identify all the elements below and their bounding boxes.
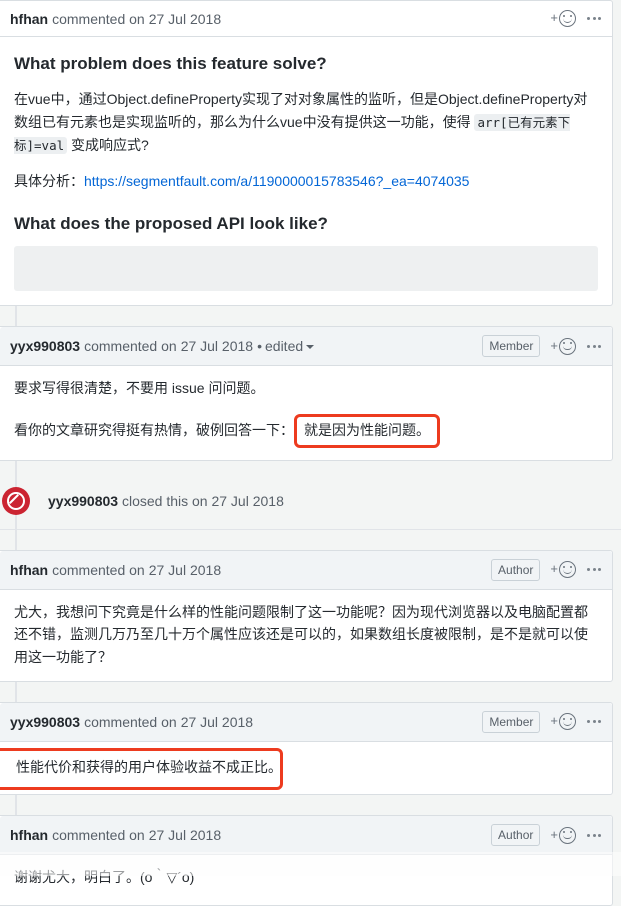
- comment-author[interactable]: yyx990803: [10, 338, 80, 354]
- edited-separator: •: [257, 338, 262, 355]
- comment-header-4: yyx990803 commented on 27 Jul 2018 Membe…: [0, 702, 612, 742]
- event-text: yyx990803 closed this on 27 Jul 2018: [48, 493, 284, 509]
- comment-actions-4: +: [550, 713, 602, 731]
- comment-header-2: yyx990803 commented on 27 Jul 2018 • edi…: [0, 327, 612, 367]
- comment-action: commented on: [84, 713, 177, 730]
- smiley-icon: [559, 10, 576, 27]
- add-reaction-button[interactable]: +: [550, 826, 576, 844]
- add-reaction-button[interactable]: +: [550, 10, 576, 27]
- paragraph-text-b: 变成响应式?: [67, 136, 149, 153]
- comment-header-3: hfhan commented on 27 Jul 2018 Author +: [0, 550, 612, 590]
- event-date[interactable]: 27 Jul 2018: [211, 493, 283, 509]
- comment-paragraph-1: 性能代价和获得的用户体验收益不成正比。: [16, 758, 282, 775]
- code-block: [14, 246, 598, 292]
- kebab-menu-icon[interactable]: [586, 15, 602, 22]
- comment-paragraph-1: 要求写得很清楚，不要用 issue 问问题。: [14, 380, 265, 397]
- add-reaction-button[interactable]: +: [550, 561, 576, 579]
- comment-author[interactable]: hfhan: [10, 562, 48, 578]
- kebab-menu-icon[interactable]: [586, 566, 602, 573]
- smiley-icon: [559, 826, 576, 844]
- edited-dropdown[interactable]: • edited: [257, 338, 315, 355]
- comment-action: commented on: [52, 827, 145, 844]
- add-reaction-button[interactable]: +: [550, 337, 576, 355]
- smiley-icon: [559, 713, 576, 731]
- annotation-highlight-1: 就是因为性能问题。: [294, 413, 440, 448]
- comment-body-1: What problem does this feature solve? 在v…: [0, 36, 612, 306]
- plus-icon: +: [550, 713, 558, 729]
- add-reaction-button[interactable]: +: [550, 713, 576, 731]
- comment-paragraph-2: 具体分析：https://segmentfault.com/a/11900000…: [14, 170, 598, 193]
- comment-card-2: yyx990803 commented on 27 Jul 2018 • edi…: [0, 326, 613, 461]
- comment-card-4: yyx990803 commented on 27 Jul 2018 Membe…: [0, 701, 613, 796]
- comment-card-3: hfhan commented on 27 Jul 2018 Author + …: [0, 549, 613, 682]
- closed-issue-icon: [2, 486, 30, 515]
- comment-card-1: hfhan commented on 27 Jul 2018 + What pr…: [0, 0, 613, 307]
- comment-paragraph-1: 在vue中，通过Object.defineProperty实现了对对象属性的监听…: [14, 88, 598, 156]
- status-badge-author: Author: [491, 558, 541, 581]
- comment-date[interactable]: 27 Jul 2018: [181, 714, 253, 730]
- plus-icon: +: [550, 561, 558, 577]
- comment-header-1: hfhan commented on 27 Jul 2018 +: [0, 1, 612, 36]
- comment-header-5: hfhan commented on 27 Jul 2018 Author +: [0, 816, 612, 856]
- comment-author[interactable]: hfhan: [10, 11, 48, 27]
- comment-paragraph-2: 看你的文章研究得挺有热情，破例回答一下： 就是因为性能问题。: [14, 413, 598, 448]
- comment-body-3: 尤大，我想问下究竟是什么样的性能问题限制了这一功能呢？因为现代浏览器以及电脑配置…: [0, 589, 612, 681]
- comment-author[interactable]: hfhan: [10, 827, 48, 843]
- comment-actions-3: +: [550, 561, 602, 579]
- issue-timeline-page: hfhan commented on 27 Jul 2018 + What pr…: [0, 0, 621, 906]
- comment-date[interactable]: 27 Jul 2018: [181, 338, 253, 354]
- comment-action: commented on: [84, 338, 177, 355]
- plus-icon: +: [550, 10, 558, 25]
- kebab-menu-icon[interactable]: [586, 343, 602, 350]
- status-badge-author: Author: [491, 824, 541, 847]
- comment-action: commented on: [52, 10, 145, 27]
- timeline-divider: [0, 528, 621, 530]
- comment-author[interactable]: yyx990803: [10, 714, 80, 730]
- paragraph-prefix: 看你的文章研究得挺有热情，破例回答一下：: [14, 421, 294, 438]
- status-badge-member: Member: [482, 710, 541, 733]
- comment-actions-5: +: [550, 826, 602, 844]
- status-badge-member: Member: [482, 335, 541, 358]
- comment-paragraph-1: 尤大，我想问下究竟是什么样的性能问题限制了这一功能呢？因为现代浏览器以及电脑配置…: [14, 603, 588, 665]
- comment-date[interactable]: 27 Jul 2018: [149, 562, 221, 578]
- comment-body-2: 要求写得很清楚，不要用 issue 问问题。 看你的文章研究得挺有热情，破例回答…: [0, 366, 612, 460]
- comment-actions-1: +: [550, 10, 602, 27]
- comment-heading-1: What problem does this feature solve?: [14, 54, 327, 73]
- comment-date[interactable]: 27 Jul 2018: [149, 827, 221, 843]
- chevron-down-icon: [306, 345, 315, 350]
- comment-actions-2: +: [550, 337, 602, 355]
- edited-label: edited: [265, 338, 304, 355]
- comment-date[interactable]: 27 Jul 2018: [149, 11, 221, 27]
- plus-icon: +: [550, 337, 558, 353]
- comment-action: commented on: [52, 561, 145, 578]
- comment-body-4: 性能代价和获得的用户体验收益不成正比。: [0, 741, 612, 795]
- event-action: closed this on: [121, 492, 208, 509]
- analysis-link[interactable]: https://segmentfault.com/a/1190000015783…: [84, 173, 469, 189]
- comment-heading-2: What does the proposed API look like?: [14, 213, 328, 233]
- timeline-event-closed: yyx990803 closed this on 27 Jul 2018: [0, 473, 621, 529]
- plus-icon: +: [550, 826, 558, 842]
- kebab-menu-icon[interactable]: [586, 832, 602, 839]
- analysis-label: 具体分析：: [14, 173, 84, 190]
- viewport-bottom-cutoff: [0, 852, 621, 876]
- kebab-menu-icon[interactable]: [586, 718, 602, 725]
- event-actor[interactable]: yyx990803: [48, 493, 118, 509]
- smiley-icon: [559, 337, 576, 355]
- smiley-icon: [559, 561, 576, 579]
